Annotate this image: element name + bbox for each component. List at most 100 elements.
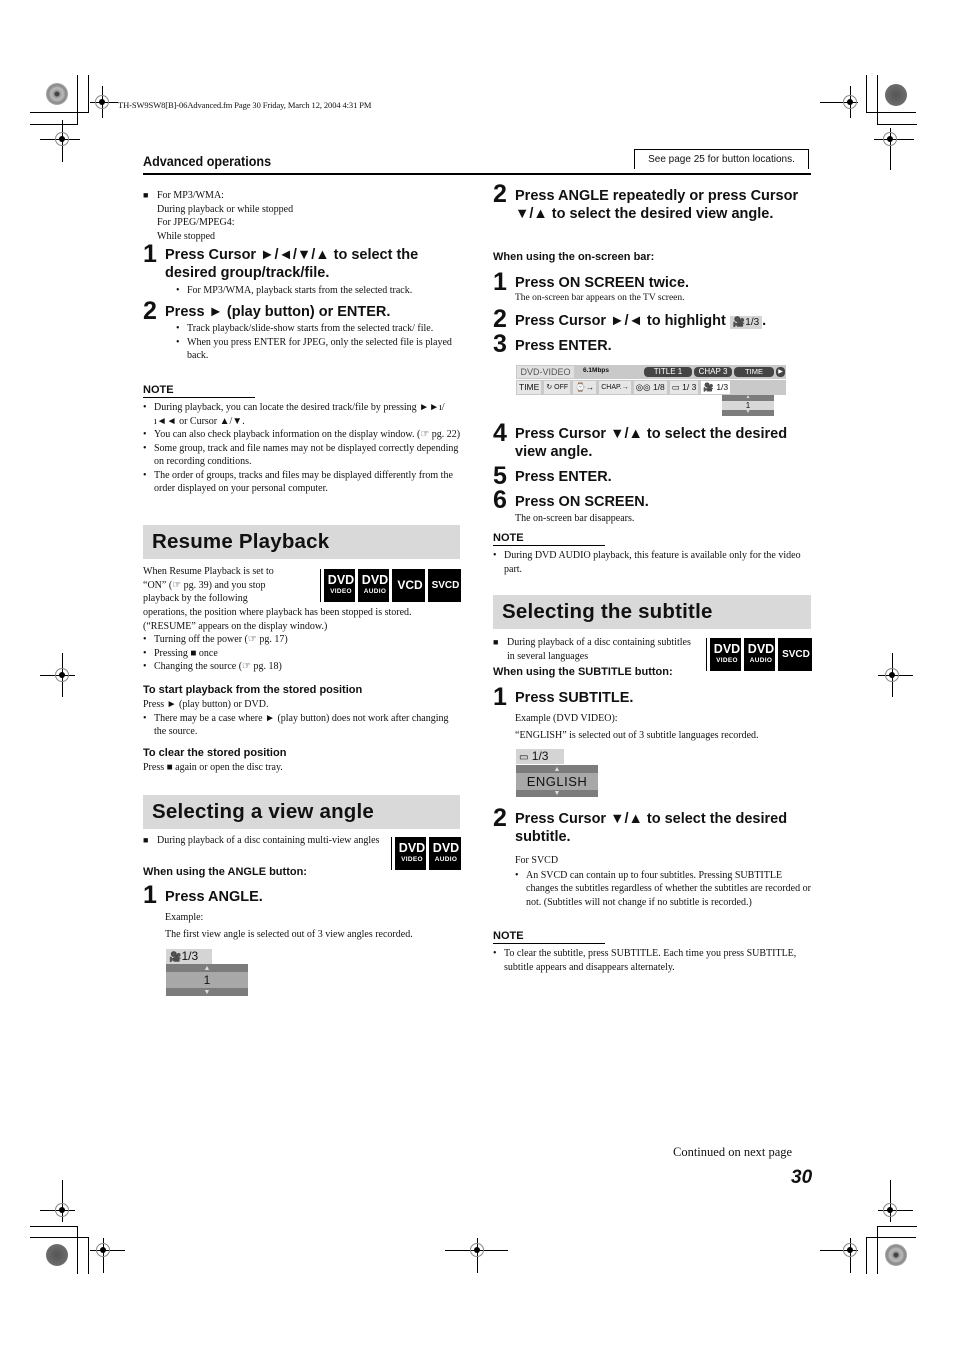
osd-chapter: CHAP 3: [694, 367, 732, 377]
onscreen-bar-heading: When using the on-screen bar:: [493, 251, 655, 263]
note-item: Some group, track and file names may not…: [143, 442, 465, 469]
step-text: Press ANGLE.: [165, 889, 263, 905]
note-block: NOTE To clear the subtitle, press SUBTIT…: [493, 930, 811, 974]
resume-intro: When Resume Playback is set to “ON” (☞ p…: [143, 566, 274, 604]
osd-repeat-button[interactable]: ↻ OFF: [544, 381, 571, 394]
square-bullet-icon: ■: [143, 835, 149, 845]
mp3-intro: ■ For MP3/WMA: During playback or while …: [143, 190, 294, 242]
subtitle-osd-value: ENGLISH: [516, 773, 598, 790]
step-text: Press Cursor ►/◄ to highlight: [515, 313, 726, 329]
osd-subtitle-button[interactable]: ▭ 1/ 3: [669, 381, 699, 394]
registration-mark-icon: [843, 1243, 857, 1257]
step-number: 6: [493, 486, 507, 514]
note-item: To clear the subtitle, press SUBTITLE. E…: [493, 947, 811, 974]
section-title: Advanced operations: [143, 153, 272, 169]
resume-condition: Pressing ■ once: [143, 647, 463, 661]
step-number: 2: [493, 180, 507, 208]
registration-mark-icon: [883, 1203, 897, 1217]
subtitle-icon: ▭: [519, 752, 529, 763]
resume-condition: Turning off the power (☞ pg. 17): [143, 633, 463, 647]
step-bullet: For MP3/WMA, playback starts from the se…: [176, 284, 477, 298]
osd-mode: DVD-VIDEO: [517, 366, 574, 378]
step-text: Press Cursor ▼/▲ to select the desired v…: [515, 426, 788, 460]
step-number: 2: [493, 305, 507, 333]
step-text: Press ANGLE repeatedly or press Cursor ▼…: [515, 188, 799, 222]
start-playback-bullet: There may be a case where ► (play button…: [143, 712, 463, 739]
subtitle-icon: ▭: [671, 382, 680, 392]
step-number: 2: [493, 804, 507, 832]
header-rule: [143, 173, 811, 175]
scroll-down-arrow[interactable]: ▼: [722, 410, 774, 416]
step-number: 1: [143, 240, 157, 268]
step-number: 5: [493, 462, 507, 490]
angle-camera-icon: 🎥: [732, 317, 746, 328]
svcd-badge: SVCD: [428, 569, 461, 602]
dvd-video-badge: DVD VIDEO: [710, 638, 742, 671]
osd-time: TIME 0:01:40: [734, 367, 774, 386]
step-number: 2: [143, 297, 157, 325]
subtitle-condition: During playback of a disc containing sub…: [507, 637, 691, 662]
osd-dropdown-value: 1: [722, 401, 774, 410]
osd-row2: TIME ↻ OFF ⌚→ CHAP.→ ◎◎ 1/8 ▭ 1/ 3 🎥 1/3: [517, 381, 731, 394]
osd-next-icon[interactable]: ▶: [776, 367, 785, 377]
dvd-audio-badge: DVD AUDIO: [429, 837, 461, 870]
dvd-audio-badge: DVD AUDIO: [744, 638, 776, 671]
osd-time-search-button[interactable]: ⌚→: [573, 381, 597, 394]
resume-playback-banner: Resume Playback: [143, 525, 460, 559]
angle-camera-icon: 🎥: [703, 382, 714, 392]
registration-mark-icon: [843, 95, 857, 109]
step-subtext: The on-screen bar disappears.: [515, 513, 635, 524]
note-block: NOTE During DVD AUDIO playback, this fea…: [493, 532, 811, 576]
step-bullet: Track playback/slide-show starts from th…: [176, 322, 461, 336]
svcd-bullet: An SVCD can contain up to four subtitles…: [515, 869, 812, 910]
angle-osd-label: 🎥1/3: [166, 949, 212, 964]
note-item: You can also check playback information …: [143, 428, 465, 442]
step-number: 4: [493, 419, 507, 447]
angle-osd-value: 1: [166, 972, 248, 988]
svcd-badge: SVCD: [778, 638, 812, 671]
view-angle-banner: Selecting a view angle: [143, 795, 460, 829]
note-item: During playback, you can locate the desi…: [143, 401, 465, 428]
step-text: Press SUBTITLE.: [515, 690, 634, 706]
registration-disc-icon: [885, 1244, 907, 1266]
step-subtext: The on-screen bar appears on the TV scre…: [515, 293, 685, 303]
step-number: 1: [493, 683, 507, 711]
subtitle-button-heading: When using the SUBTITLE button:: [493, 666, 673, 678]
page-number: 30: [791, 1167, 813, 1188]
osd-title: TITLE 1: [644, 367, 692, 377]
angle-condition: During playback of a disc containing mul…: [157, 835, 380, 846]
osd-angle-button[interactable]: 🎥 1/3: [701, 381, 731, 394]
step-bullet: When you press ENTER for JPEG, only the …: [176, 336, 461, 363]
clear-position-text: Press ■ again or open the disc tray.: [143, 762, 283, 773]
scroll-up-arrow[interactable]: ▲: [516, 765, 598, 773]
registration-mark-icon: [470, 1243, 484, 1257]
step-text: Press Cursor ▼/▲ to select the desired s…: [515, 811, 788, 845]
dvd-audio-badge: DVD AUDIO: [358, 569, 390, 602]
registration-mark-icon: [883, 132, 897, 146]
osd-audio-button[interactable]: ◎◎ 1/8: [633, 381, 667, 394]
resume-intro-continued: operations, the position where playback …: [143, 607, 412, 632]
start-playback-text: Press ► (play button) or DVD.: [143, 699, 269, 710]
scroll-up-arrow[interactable]: ▲: [166, 964, 248, 972]
osd-time-button[interactable]: TIME: [517, 381, 542, 394]
registration-mark-icon: [885, 668, 899, 682]
registration-disc-icon: [46, 83, 68, 105]
note-title: NOTE: [493, 930, 605, 944]
example-text: “ENGLISH” is selected out of 3 subtitle …: [515, 729, 759, 741]
osd-chapter-search-button[interactable]: CHAP.→: [599, 381, 631, 394]
note-block: NOTE During playback, you can locate the…: [143, 384, 465, 496]
scroll-down-arrow[interactable]: ▼: [166, 988, 248, 996]
svcd-label: For SVCD: [515, 855, 559, 866]
square-bullet-icon: ■: [143, 190, 149, 200]
step-number: 3: [493, 330, 507, 358]
step-text: Press ON SCREEN.: [515, 494, 649, 510]
angle-camera-icon: 🎥: [169, 952, 182, 963]
dvd-video-badge: DVD VIDEO: [324, 569, 356, 602]
clear-position-heading: To clear the stored position: [143, 747, 287, 759]
scroll-down-arrow[interactable]: ▼: [516, 790, 598, 797]
note-item: The order of groups, tracks and files ma…: [143, 469, 465, 496]
note-item: During DVD AUDIO playback, this feature …: [493, 549, 811, 576]
angle-inline-icon: 🎥1/3: [729, 316, 763, 329]
subtitle-osd-label: ▭ 1/3: [516, 749, 564, 764]
registration-mark-icon: [55, 1203, 69, 1217]
